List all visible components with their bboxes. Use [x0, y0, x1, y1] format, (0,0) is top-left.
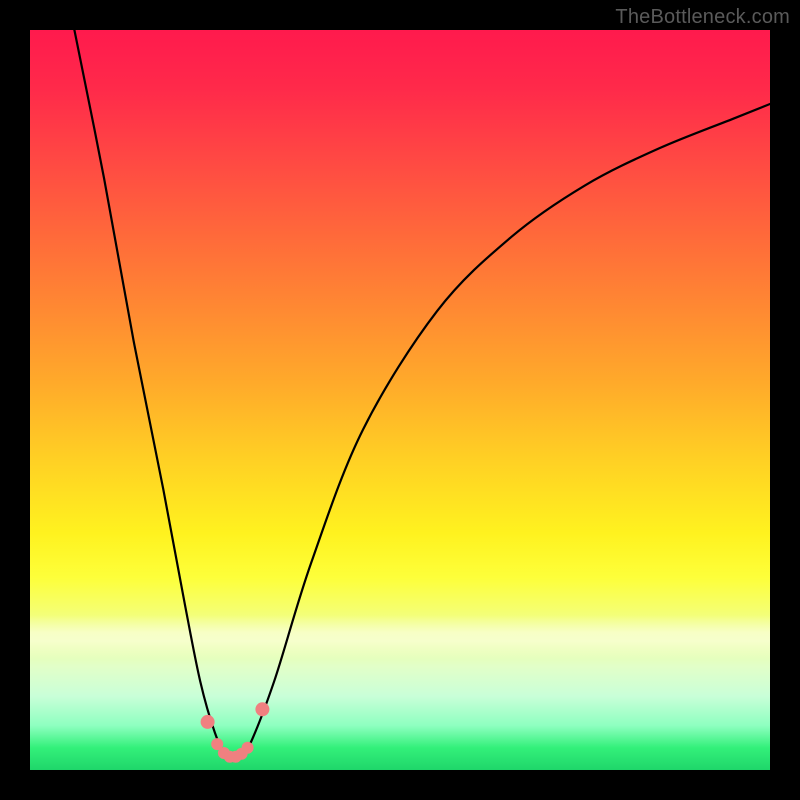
plot-area — [30, 30, 770, 770]
curve-layer — [74, 30, 770, 759]
marker-layer — [201, 702, 270, 762]
bottleneck-curve — [74, 30, 770, 759]
chart-stage: TheBottleneck.com — [0, 0, 800, 800]
marker-dot — [211, 738, 223, 750]
marker-dot — [242, 742, 254, 754]
marker-dot — [255, 702, 269, 716]
chart-svg — [30, 30, 770, 770]
watermark-text: TheBottleneck.com — [615, 6, 790, 29]
marker-dot — [224, 751, 236, 763]
marker-dot — [230, 751, 242, 763]
marker-dot — [218, 747, 230, 759]
marker-dot — [236, 748, 248, 760]
pale-band — [30, 615, 770, 659]
marker-dot — [201, 715, 215, 729]
